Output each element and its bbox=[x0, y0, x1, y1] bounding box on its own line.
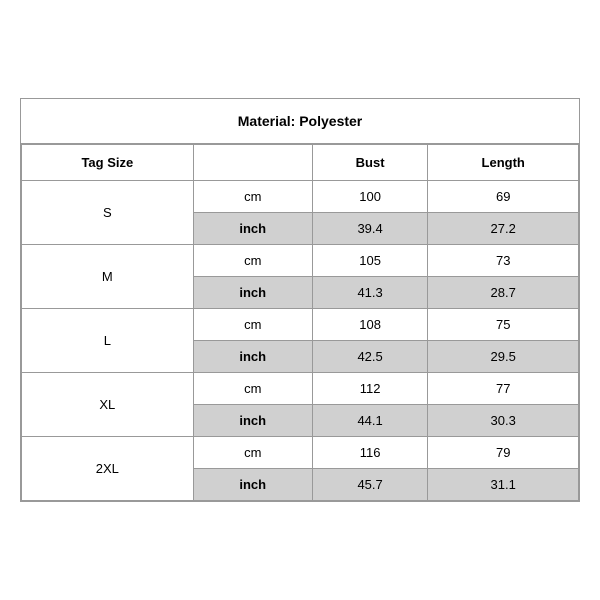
unit-cell: inch bbox=[193, 405, 312, 437]
length-cell: 29.5 bbox=[428, 341, 579, 373]
table-header-row: Tag Size Bust Length bbox=[22, 145, 579, 181]
size-chart-container: Material: Polyester Tag Size Bust Length… bbox=[20, 98, 580, 502]
unit-cell: inch bbox=[193, 469, 312, 501]
length-cell: 27.2 bbox=[428, 213, 579, 245]
length-cell: 30.3 bbox=[428, 405, 579, 437]
chart-title: Material: Polyester bbox=[21, 99, 579, 144]
unit-cell: cm bbox=[193, 181, 312, 213]
bust-cell: 100 bbox=[312, 181, 428, 213]
table-row: 2XLcm11679 bbox=[22, 437, 579, 469]
tag-size-cell: L bbox=[22, 309, 194, 373]
length-cell: 28.7 bbox=[428, 277, 579, 309]
header-unit-col bbox=[193, 145, 312, 181]
table-body: Scm10069inch39.427.2Mcm10573inch41.328.7… bbox=[22, 181, 579, 501]
bust-cell: 108 bbox=[312, 309, 428, 341]
length-cell: 75 bbox=[428, 309, 579, 341]
bust-cell: 105 bbox=[312, 245, 428, 277]
length-cell: 73 bbox=[428, 245, 579, 277]
unit-cell: cm bbox=[193, 437, 312, 469]
bust-cell: 42.5 bbox=[312, 341, 428, 373]
header-length: Length bbox=[428, 145, 579, 181]
unit-cell: inch bbox=[193, 277, 312, 309]
unit-cell: cm bbox=[193, 309, 312, 341]
bust-cell: 45.7 bbox=[312, 469, 428, 501]
table-row: XLcm11277 bbox=[22, 373, 579, 405]
table-row: Scm10069 bbox=[22, 181, 579, 213]
unit-cell: cm bbox=[193, 373, 312, 405]
tag-size-cell: XL bbox=[22, 373, 194, 437]
length-cell: 79 bbox=[428, 437, 579, 469]
bust-cell: 39.4 bbox=[312, 213, 428, 245]
bust-cell: 116 bbox=[312, 437, 428, 469]
unit-cell: inch bbox=[193, 213, 312, 245]
size-table: Tag Size Bust Length Scm10069inch39.427.… bbox=[21, 144, 579, 501]
table-row: Lcm10875 bbox=[22, 309, 579, 341]
table-row: Mcm10573 bbox=[22, 245, 579, 277]
length-cell: 31.1 bbox=[428, 469, 579, 501]
tag-size-cell: S bbox=[22, 181, 194, 245]
tag-size-cell: 2XL bbox=[22, 437, 194, 501]
tag-size-cell: M bbox=[22, 245, 194, 309]
length-cell: 77 bbox=[428, 373, 579, 405]
length-cell: 69 bbox=[428, 181, 579, 213]
unit-cell: cm bbox=[193, 245, 312, 277]
header-tag-size: Tag Size bbox=[22, 145, 194, 181]
unit-cell: inch bbox=[193, 341, 312, 373]
bust-cell: 112 bbox=[312, 373, 428, 405]
bust-cell: 41.3 bbox=[312, 277, 428, 309]
header-bust: Bust bbox=[312, 145, 428, 181]
bust-cell: 44.1 bbox=[312, 405, 428, 437]
